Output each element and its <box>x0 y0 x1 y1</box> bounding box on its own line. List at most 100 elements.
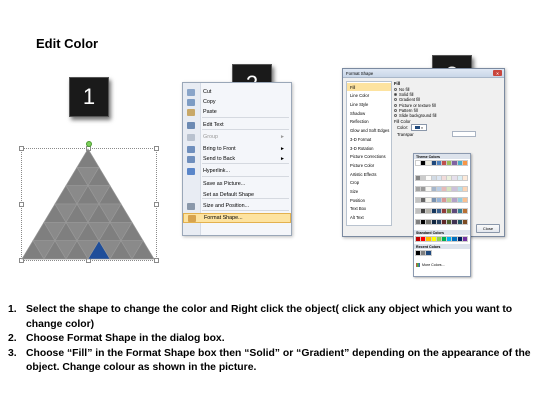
theme-color-swatch[interactable] <box>456 219 463 225</box>
theme-color-swatch[interactable] <box>420 208 427 214</box>
theme-color-swatch[interactable] <box>430 175 437 181</box>
sidebar-item-reflection[interactable]: Reflection <box>347 118 391 126</box>
theme-color-swatch[interactable] <box>430 197 437 203</box>
theme-color-swatch[interactable] <box>446 160 453 166</box>
theme-color-swatch[interactable] <box>451 197 458 203</box>
theme-color-swatch[interactable] <box>440 208 448 214</box>
theme-color-swatch[interactable] <box>456 160 463 166</box>
standard-color-swatch[interactable] <box>451 236 458 242</box>
theme-color-swatch[interactable] <box>446 175 453 181</box>
pyramid-shape[interactable] <box>21 148 157 261</box>
more-colors-item[interactable]: More Colors... <box>416 263 445 267</box>
theme-color-swatch[interactable] <box>440 219 448 225</box>
menu-item-copy[interactable]: Copy <box>183 97 291 107</box>
theme-color-swatch[interactable] <box>425 197 432 203</box>
theme-color-swatch[interactable] <box>456 175 463 181</box>
recent-color-swatch[interactable] <box>425 250 432 256</box>
theme-color-swatch[interactable] <box>451 208 458 214</box>
theme-color-swatch[interactable] <box>435 197 443 203</box>
sidebar-item-size[interactable]: Size <box>347 187 391 195</box>
standard-color-swatch[interactable] <box>430 236 437 242</box>
recent-color-swatch[interactable] <box>414 250 422 256</box>
theme-color-swatch[interactable] <box>461 160 469 166</box>
sidebar-item-text-box[interactable]: Text Box <box>347 205 391 213</box>
recent-color-swatch[interactable] <box>420 250 427 256</box>
theme-color-swatch[interactable] <box>461 186 469 192</box>
theme-color-swatch[interactable] <box>414 175 422 181</box>
theme-color-swatch[interactable] <box>414 219 422 225</box>
theme-color-swatch[interactable] <box>435 219 443 225</box>
menu-item-cut[interactable]: Cut <box>183 87 291 97</box>
theme-color-swatch[interactable] <box>440 186 448 192</box>
sidebar-item-picture-corrections[interactable]: Picture Corrections <box>347 153 391 161</box>
theme-color-swatch[interactable] <box>446 219 453 225</box>
theme-color-swatch[interactable] <box>446 208 453 214</box>
theme-color-swatch[interactable] <box>461 197 469 203</box>
theme-color-swatch[interactable] <box>430 208 437 214</box>
close-button[interactable]: Close <box>476 224 500 233</box>
theme-color-swatch[interactable] <box>430 160 437 166</box>
theme-color-swatch[interactable] <box>440 197 448 203</box>
rotation-handle[interactable] <box>86 141 92 147</box>
theme-color-swatch[interactable] <box>414 208 422 214</box>
theme-color-swatch[interactable] <box>435 186 443 192</box>
theme-color-swatch[interactable] <box>446 186 453 192</box>
theme-color-swatch[interactable] <box>414 197 422 203</box>
theme-color-swatch[interactable] <box>420 186 427 192</box>
theme-color-swatch[interactable] <box>440 175 448 181</box>
theme-color-swatch[interactable] <box>451 160 458 166</box>
theme-color-swatch[interactable] <box>420 175 427 181</box>
theme-color-swatch[interactable] <box>425 186 432 192</box>
sidebar-item-line-color[interactable]: Line Color <box>347 92 391 100</box>
transparency-spin-input[interactable] <box>451 131 476 138</box>
sidebar-item-artistic-effects[interactable]: Artistic Effects <box>347 170 391 178</box>
theme-color-swatch[interactable] <box>414 160 422 166</box>
theme-color-swatch[interactable] <box>451 175 458 181</box>
theme-color-swatch[interactable] <box>430 219 437 225</box>
menu-item-hyperlink[interactable]: Hyperlink... <box>183 166 291 176</box>
theme-color-swatch[interactable] <box>456 208 463 214</box>
theme-color-swatch[interactable] <box>425 160 432 166</box>
theme-color-swatch[interactable] <box>435 160 443 166</box>
theme-color-swatch[interactable] <box>456 186 463 192</box>
theme-color-swatch[interactable] <box>430 186 437 192</box>
theme-color-swatch[interactable] <box>420 160 427 166</box>
sidebar-item-position[interactable]: Position <box>347 196 391 204</box>
radio-slide-background-fill[interactable]: Slide background fill <box>394 113 499 118</box>
sidebar-item-3-d-rotation[interactable]: 3-D Rotation <box>347 144 391 152</box>
theme-color-swatch[interactable] <box>440 160 448 166</box>
sidebar-item-alt-text[interactable]: Alt Text <box>347 214 391 222</box>
standard-color-swatch[interactable] <box>420 236 427 242</box>
menu-item-save-as-picture[interactable]: Save as Picture... <box>183 179 291 189</box>
theme-color-swatch[interactable] <box>461 175 469 181</box>
theme-color-swatch[interactable] <box>414 186 422 192</box>
menu-item-paste[interactable]: Paste <box>183 107 291 117</box>
sidebar-item-line-style[interactable]: Line Style <box>347 100 391 108</box>
standard-color-swatch[interactable] <box>461 236 469 242</box>
standard-color-swatch[interactable] <box>414 236 422 242</box>
theme-color-swatch[interactable] <box>461 208 469 214</box>
sidebar-item-shadow[interactable]: Shadow <box>347 109 391 117</box>
theme-color-swatch[interactable] <box>420 197 427 203</box>
theme-color-swatch[interactable] <box>456 197 463 203</box>
theme-color-swatch[interactable] <box>420 219 427 225</box>
theme-color-swatch[interactable] <box>435 208 443 214</box>
sidebar-item-picture-color[interactable]: Picture Color <box>347 161 391 169</box>
standard-color-swatch[interactable] <box>456 236 463 242</box>
theme-color-swatch[interactable] <box>425 208 432 214</box>
theme-color-swatch[interactable] <box>425 175 432 181</box>
sidebar-item-crop[interactable]: Crop <box>347 179 391 187</box>
standard-color-swatch[interactable] <box>440 236 448 242</box>
standard-color-swatch[interactable] <box>435 236 443 242</box>
sidebar-item-3-d-format[interactable]: 3-D Format <box>347 135 391 143</box>
standard-color-swatch[interactable] <box>425 236 432 242</box>
theme-color-swatch[interactable] <box>446 197 453 203</box>
sidebar-item-fill[interactable]: Fill <box>347 83 391 92</box>
theme-color-swatch[interactable] <box>425 219 432 225</box>
sidebar-item-glow-and-soft-edges[interactable]: Glow and Soft Edges <box>347 127 391 135</box>
theme-color-swatch[interactable] <box>451 219 458 225</box>
theme-color-swatch[interactable] <box>451 186 458 192</box>
color-picker-button[interactable]: ▾ <box>411 124 427 132</box>
theme-color-swatch[interactable] <box>435 175 443 181</box>
standard-color-swatch[interactable] <box>446 236 453 242</box>
